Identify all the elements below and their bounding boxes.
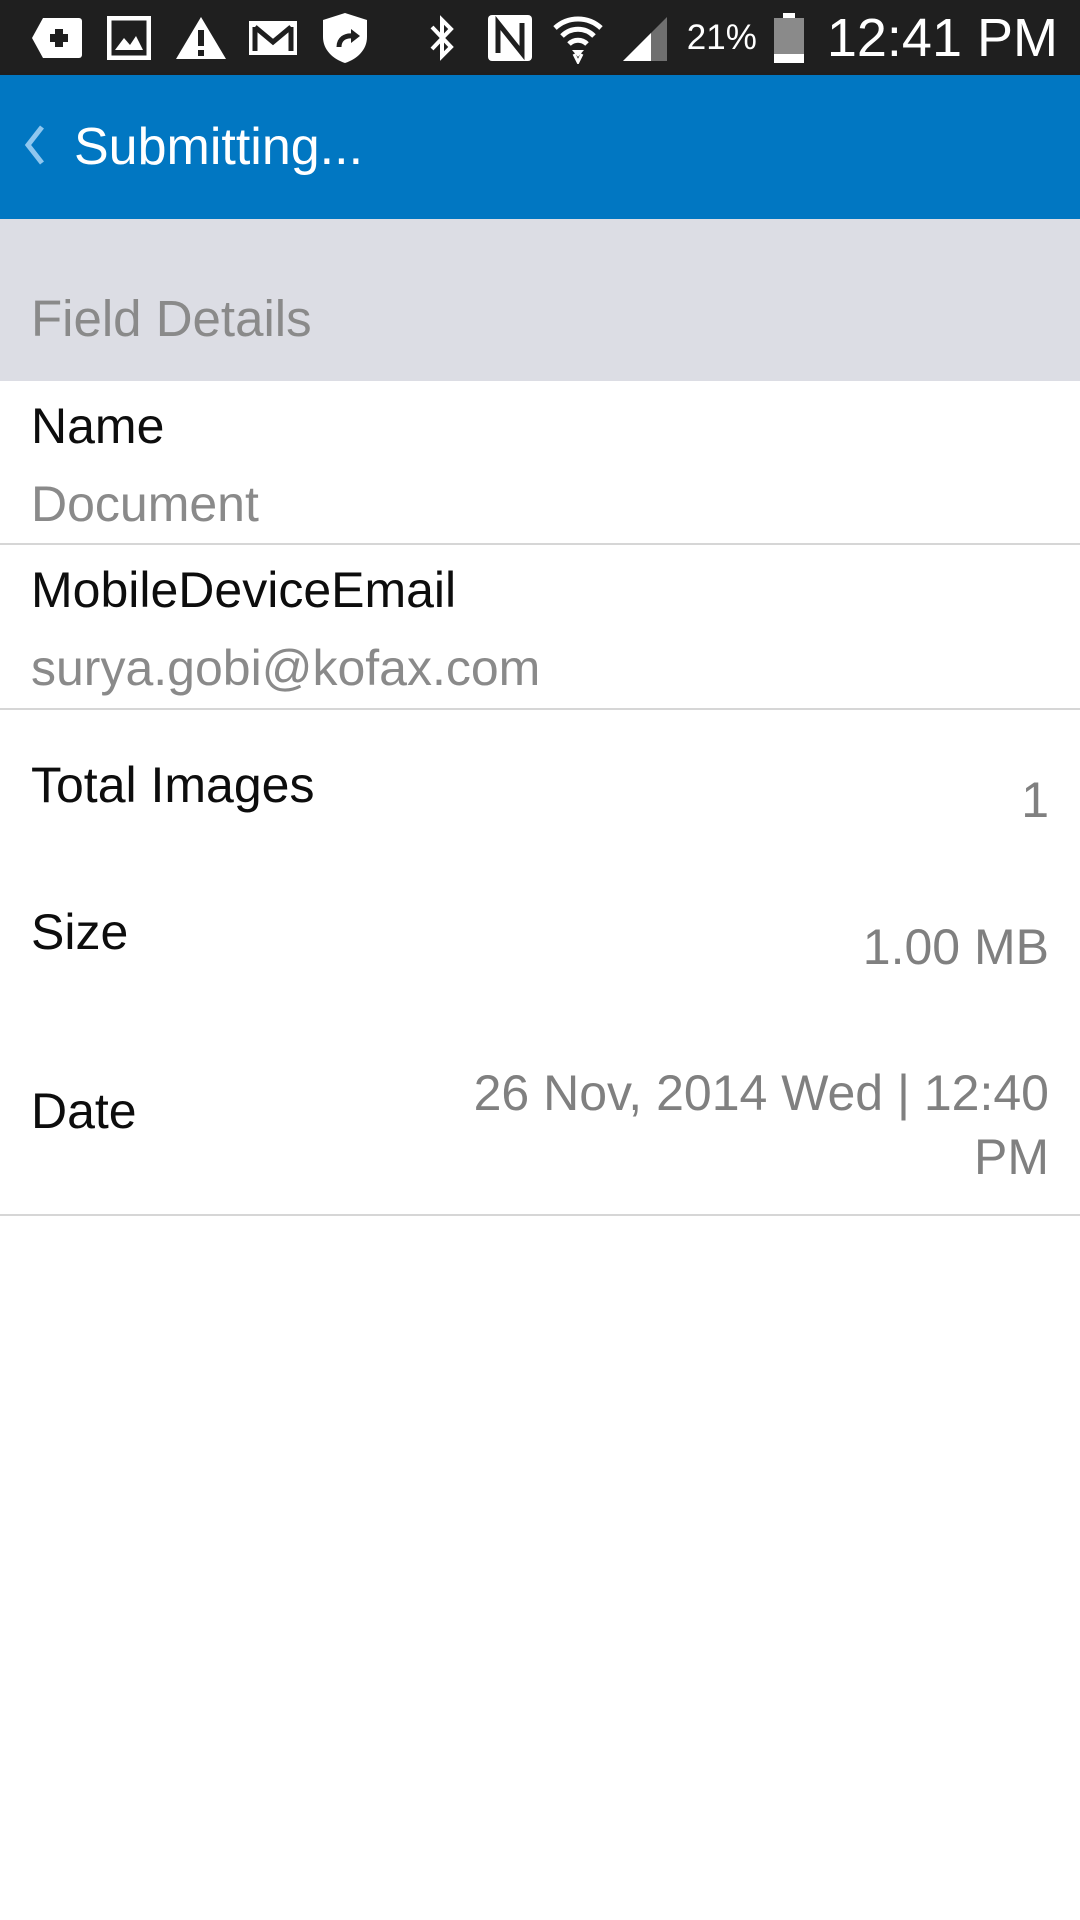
gmail-icon	[246, 11, 300, 65]
page-title: Submitting...	[74, 118, 364, 176]
field-label: Name	[31, 398, 165, 454]
chevron-left-icon	[22, 123, 46, 172]
section-title: Field Details	[31, 290, 312, 347]
bluetooth-icon	[415, 11, 469, 65]
signal-icon	[619, 11, 673, 65]
warning-icon	[174, 11, 228, 65]
status-bar: 21% 12:41 PM	[0, 0, 1080, 75]
battery-icon	[771, 11, 807, 65]
info-label: Total Images	[31, 757, 315, 813]
field-value: surya.gobi@kofax.com	[31, 640, 541, 696]
field-label: MobileDeviceEmail	[31, 562, 457, 618]
status-bar-system-icons: 21% 12:41 PM	[415, 6, 1058, 69]
back-button[interactable]	[8, 105, 60, 189]
info-value-line-2: PM	[974, 1129, 1049, 1185]
battery-percentage: 21%	[686, 17, 757, 57]
gallery-icon	[102, 11, 156, 65]
field-row-name[interactable]: Name Document	[0, 381, 1080, 545]
info-row-size: Size 1.00 MB	[0, 856, 1080, 1003]
nfc-icon	[483, 11, 537, 65]
add-box-icon	[30, 11, 84, 65]
info-row-date: Date 26 Nov, 2014 Wed | 12:40 PM	[0, 1003, 1080, 1214]
info-value: 1	[1021, 772, 1049, 828]
app-bar: Submitting...	[0, 75, 1080, 219]
divider	[0, 1214, 1080, 1216]
info-label: Size	[31, 904, 129, 960]
info-value: 1.00 MB	[862, 919, 1049, 975]
clock: 12:41 PM	[826, 7, 1058, 68]
section-header: Field Details	[0, 219, 1080, 381]
info-row-total-images: Total Images 1	[0, 710, 1080, 856]
wifi-icon	[551, 11, 605, 65]
shield-sync-icon	[318, 11, 372, 65]
field-row-mobile-device-email[interactable]: MobileDeviceEmail surya.gobi@kofax.com	[0, 545, 1080, 710]
info-value-line-1: 26 Nov, 2014 Wed | 12:40	[473, 1065, 1049, 1121]
info-label: Date	[31, 1083, 137, 1139]
status-bar-notification-icons	[30, 10, 372, 65]
field-value: Document	[31, 476, 259, 532]
